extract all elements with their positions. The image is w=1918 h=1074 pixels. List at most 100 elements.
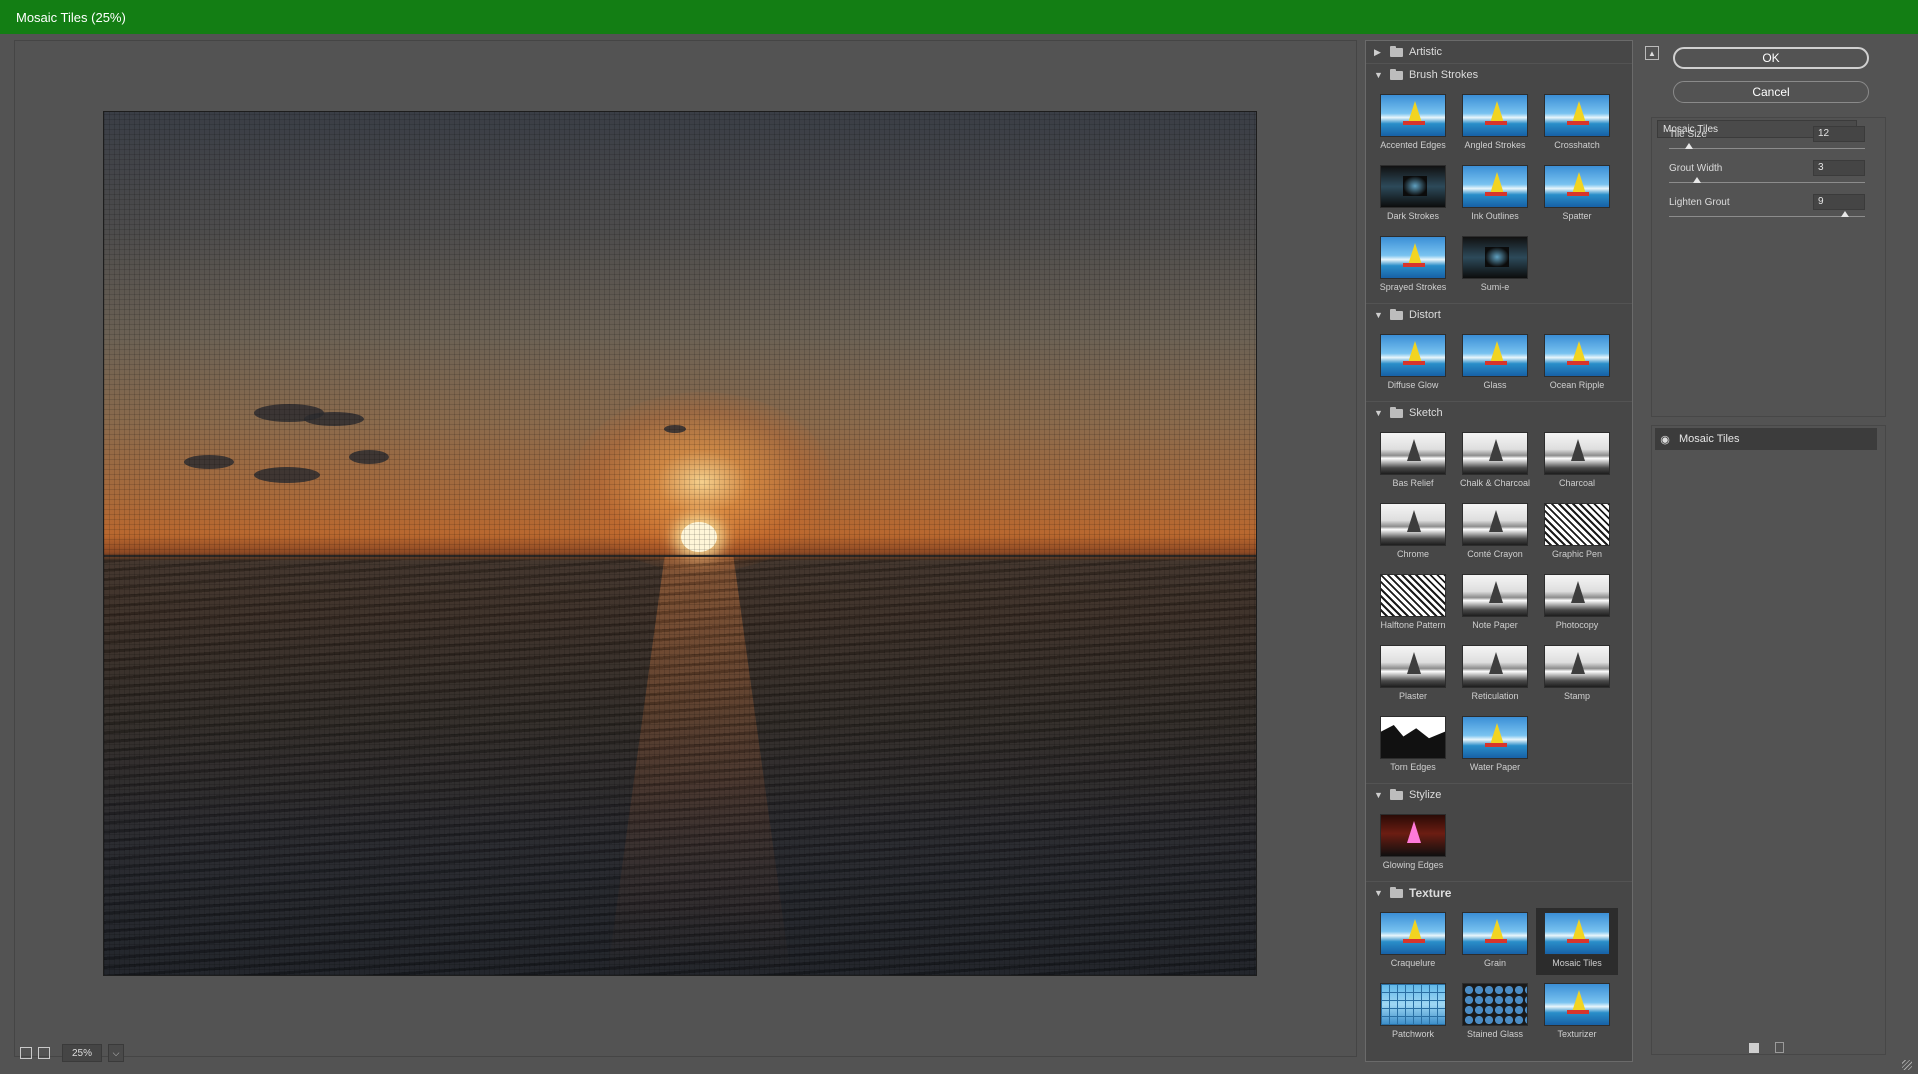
filter-thumb-image [1544, 94, 1610, 137]
filter-thumb-crosshatch[interactable]: Crosshatch [1536, 90, 1618, 157]
category-label: Brush Strokes [1409, 69, 1479, 81]
triangle-down-icon[interactable]: ▼ [1374, 790, 1384, 800]
param-slider-tile-size[interactable] [1669, 148, 1865, 149]
filter-thumb-ink-outlines[interactable]: Ink Outlines [1454, 161, 1536, 228]
filter-thumb-bas-relief[interactable]: Bas Relief [1372, 428, 1454, 495]
zoom-out-button[interactable] [20, 1047, 32, 1059]
window-titlebar: Mosaic Tiles (25%) [0, 0, 1918, 34]
filter-thumb-chrome[interactable]: Chrome [1372, 499, 1454, 566]
category-stylize[interactable]: ▼ Stylize [1366, 783, 1632, 806]
category-artistic[interactable]: ▶ Artistic [1366, 41, 1632, 63]
zoom-in-button[interactable] [38, 1047, 50, 1059]
triangle-down-icon[interactable]: ▼ [1374, 888, 1384, 898]
controls-panel: ▲ OK Cancel Mosaic Tiles ⌵ Tile Size12Gr… [1645, 40, 1905, 1062]
delete-effect-layer-icon[interactable] [1775, 1042, 1784, 1053]
filter-thumb-texturizer[interactable]: Texturizer [1536, 979, 1618, 1046]
filter-thumb-stained-glass[interactable]: Stained Glass [1454, 979, 1536, 1046]
filter-thumb-label: Photocopy [1555, 620, 1599, 630]
triangle-right-icon[interactable]: ▶ [1374, 47, 1384, 58]
filter-gallery: ▶ Artistic ▼ Brush Strokes Accented Edges Ang… [1365, 40, 1633, 1062]
filter-thumb-note-paper[interactable]: Note Paper [1454, 570, 1536, 637]
filter-thumb-photocopy[interactable]: Photocopy [1536, 570, 1618, 637]
filter-thumb-grain[interactable]: Grain [1454, 908, 1536, 975]
filter-thumb-sumi-e[interactable]: Sumi-e [1454, 232, 1536, 299]
filter-thumb-label: Spatter [1562, 211, 1592, 221]
filter-thumb-image [1380, 983, 1446, 1026]
folder-icon [1390, 45, 1403, 57]
filter-thumb-graphic-pen[interactable]: Graphic Pen [1536, 499, 1618, 566]
filter-thumb-stamp[interactable]: Stamp [1536, 641, 1618, 708]
filter-thumb-image [1462, 716, 1528, 759]
filter-thumb-label: Reticulation [1471, 691, 1519, 701]
param-label-grout-width: Grout Width [1669, 163, 1723, 174]
new-effect-layer-icon[interactable] [1749, 1043, 1759, 1053]
filter-thumb-reticulation[interactable]: Reticulation [1454, 641, 1536, 708]
param-slider-lighten-grout[interactable] [1669, 216, 1865, 217]
category-distort[interactable]: ▼ Distort [1366, 303, 1632, 326]
category-texture[interactable]: ▼ Texture [1366, 881, 1632, 904]
filter-thumb-glowing-edges[interactable]: Glowing Edges [1372, 810, 1454, 877]
filter-thumb-torn-edges[interactable]: Torn Edges [1372, 712, 1454, 779]
filter-thumb-label: Charcoal [1558, 478, 1596, 488]
preview-image[interactable] [103, 111, 1257, 976]
filter-thumb-accented-edges[interactable]: Accented Edges [1372, 90, 1454, 157]
param-label-tile-size: Tile Size [1669, 129, 1707, 140]
folder-icon [1390, 406, 1403, 418]
folder-icon [1390, 788, 1403, 800]
filter-thumb-image [1462, 574, 1528, 617]
filter-thumb-label: Glass [1483, 380, 1507, 390]
filter-thumb-label: Stained Glass [1466, 1029, 1524, 1039]
filter-thumb-water-paper[interactable]: Water Paper [1454, 712, 1536, 779]
filter-thumb-label: Patchwork [1391, 1029, 1435, 1039]
filter-thumb-craquelure[interactable]: Craquelure [1372, 908, 1454, 975]
filter-thumb-label: Crosshatch [1554, 140, 1600, 150]
filter-thumb-glass[interactable]: Glass [1454, 330, 1536, 397]
filter-thumb-cont-crayon[interactable]: Conté Crayon [1454, 499, 1536, 566]
triangle-down-icon[interactable]: ▼ [1374, 310, 1384, 320]
collapse-panel-icon[interactable]: ▲ [1645, 46, 1659, 60]
param-input-grout-width[interactable]: 3 [1813, 160, 1865, 176]
slider-thumb-icon[interactable] [1841, 211, 1850, 217]
ok-button[interactable]: OK [1673, 47, 1869, 69]
eye-icon[interactable]: ◉ [1655, 433, 1675, 446]
filter-thumb-ocean-ripple[interactable]: Ocean Ripple [1536, 330, 1618, 397]
filter-thumb-label: Graphic Pen [1551, 549, 1603, 559]
filter-thumb-mosaic-tiles[interactable]: Mosaic Tiles [1536, 908, 1618, 975]
filter-thumb-plaster[interactable]: Plaster [1372, 641, 1454, 708]
triangle-down-icon[interactable]: ▼ [1374, 70, 1384, 80]
filter-thumb-image [1462, 432, 1528, 475]
cancel-button[interactable]: Cancel [1673, 81, 1869, 103]
filter-thumb-angled-strokes[interactable]: Angled Strokes [1454, 90, 1536, 157]
filter-thumb-image [1380, 432, 1446, 475]
param-input-lighten-grout[interactable]: 9 [1813, 194, 1865, 210]
filter-thumb-label: Texturizer [1557, 1029, 1597, 1039]
filter-thumbnails-distort: Diffuse Glow Glass Ocean Ripple [1366, 326, 1632, 401]
category-brush-strokes[interactable]: ▼ Brush Strokes [1366, 63, 1632, 86]
filter-thumb-diffuse-glow[interactable]: Diffuse Glow [1372, 330, 1454, 397]
filter-thumb-label: Angled Strokes [1464, 140, 1526, 150]
slider-thumb-icon[interactable] [1685, 143, 1693, 149]
filter-thumb-image [1544, 645, 1610, 688]
filter-thumb-image [1544, 334, 1610, 377]
param-input-tile-size[interactable]: 12 [1813, 126, 1865, 142]
zoom-dropdown-arrow[interactable]: ⌵ [108, 1044, 124, 1062]
preview-area[interactable] [14, 40, 1357, 1057]
filter-thumbnails-brush-strokes: Accented Edges Angled Strokes Crosshatch Da… [1366, 86, 1632, 303]
filter-thumb-chalk-charcoal[interactable]: Chalk & Charcoal [1454, 428, 1536, 495]
zoom-level-field[interactable]: 25% [62, 1044, 102, 1062]
filter-thumb-sprayed-strokes[interactable]: Sprayed Strokes [1372, 232, 1454, 299]
filter-thumb-image [1380, 94, 1446, 137]
category-sketch[interactable]: ▼ Sketch [1366, 401, 1632, 424]
slider-thumb-icon[interactable] [1693, 177, 1701, 183]
effect-layers-box [1651, 425, 1886, 1055]
filter-thumb-image [1380, 645, 1446, 688]
filter-thumb-halftone-pattern[interactable]: Halftone Pattern [1372, 570, 1454, 637]
effect-layer-row[interactable]: ◉ Mosaic Tiles [1655, 428, 1877, 450]
filter-thumb-image [1380, 236, 1446, 279]
filter-thumb-dark-strokes[interactable]: Dark Strokes [1372, 161, 1454, 228]
triangle-down-icon[interactable]: ▼ [1374, 408, 1384, 418]
resize-grip-icon[interactable] [1902, 1060, 1912, 1070]
filter-thumb-patchwork[interactable]: Patchwork [1372, 979, 1454, 1046]
filter-thumb-spatter[interactable]: Spatter [1536, 161, 1618, 228]
filter-thumb-charcoal[interactable]: Charcoal [1536, 428, 1618, 495]
